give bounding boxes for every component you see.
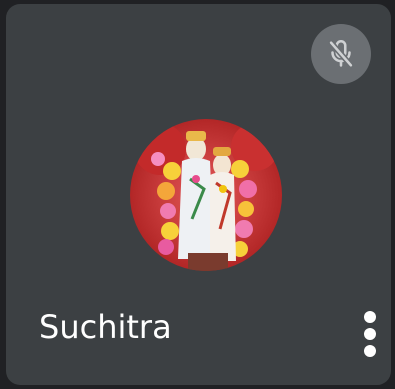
mic-off-icon xyxy=(328,39,354,69)
more-options-button[interactable] xyxy=(352,306,388,362)
more-vert-icon xyxy=(364,311,376,323)
participant-tile: Suchitra xyxy=(6,4,391,385)
avatar xyxy=(130,119,282,271)
participant-name: Suchitra xyxy=(39,308,172,346)
mic-status-indicator xyxy=(311,24,371,84)
avatar-image xyxy=(130,119,282,271)
